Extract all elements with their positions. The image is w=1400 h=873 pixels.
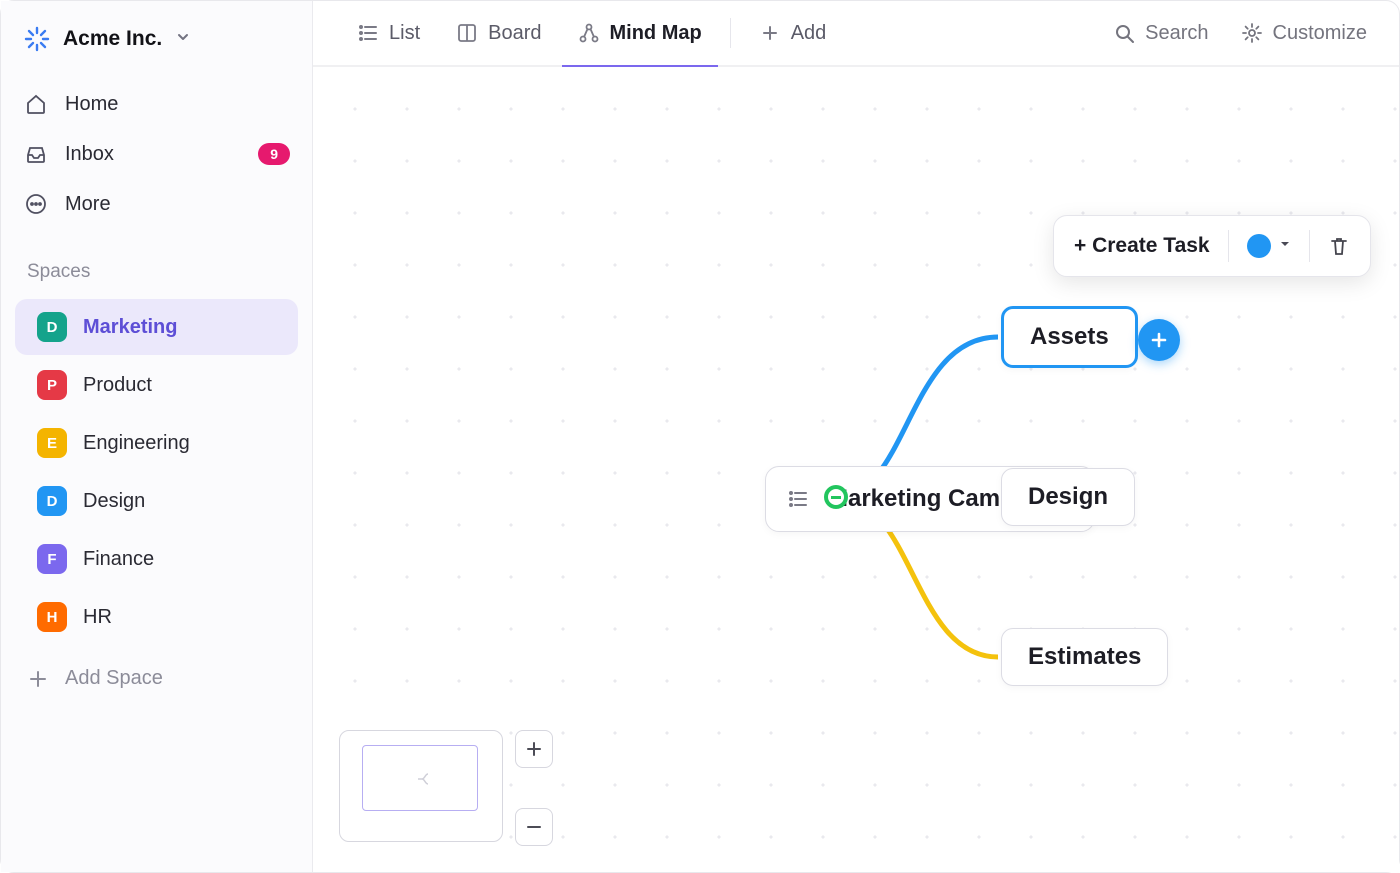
nav-inbox-label: Inbox	[65, 143, 114, 166]
mindmap-node-assets[interactable]: Assets	[1001, 306, 1138, 368]
space-badge-icon: D	[37, 486, 67, 516]
nav-home[interactable]: Home	[1, 79, 312, 129]
more-icon	[23, 191, 49, 217]
mindmap-canvas[interactable]: + Create Task Marketing Campaign Assets	[313, 67, 1399, 872]
sidebar: Acme Inc. Home Inbox 9 More Spaces D Mark…	[1, 1, 313, 872]
customize-label: Customize	[1273, 22, 1367, 45]
view-tab-board-label: Board	[488, 22, 541, 45]
space-item-label: Engineering	[83, 432, 190, 455]
search-icon	[1113, 22, 1135, 44]
gear-icon	[1241, 22, 1263, 44]
toolbar-divider	[1309, 230, 1310, 262]
space-badge-icon: H	[37, 602, 67, 632]
space-item-marketing[interactable]: D Marketing	[15, 299, 298, 355]
inbox-icon	[23, 141, 49, 167]
mindmap-node-label: Assets	[1030, 323, 1109, 350]
mindmap-node-estimates[interactable]: Estimates	[1001, 628, 1168, 686]
zoom-in-button[interactable]	[515, 730, 553, 768]
nav-more[interactable]: More	[1, 179, 312, 229]
space-item-label: Marketing	[83, 316, 177, 339]
space-item-engineering[interactable]: E Engineering	[15, 415, 298, 471]
collapse-toggle[interactable]	[824, 485, 848, 509]
home-icon	[23, 91, 49, 117]
create-task-button[interactable]: + Create Task	[1074, 234, 1210, 258]
nav-inbox[interactable]: Inbox 9	[1, 129, 312, 179]
add-space-label: Add Space	[65, 667, 163, 690]
chevron-down-icon	[176, 30, 190, 49]
view-add-button[interactable]: Add	[743, 0, 843, 66]
main: List Board Mind Map Add	[313, 1, 1399, 872]
workspace-switcher[interactable]: Acme Inc.	[1, 5, 312, 79]
view-tab-board[interactable]: Board	[440, 0, 557, 66]
caret-down-icon	[1279, 237, 1291, 255]
node-toolbar: + Create Task	[1053, 215, 1371, 277]
spaces-heading: Spaces	[1, 229, 312, 297]
minimap-region	[339, 730, 553, 846]
plus-icon	[27, 668, 49, 690]
list-icon	[786, 487, 810, 511]
mindmap-node-label: Design	[1028, 483, 1108, 510]
view-tab-mindmap[interactable]: Mind Map	[562, 0, 718, 66]
spaces-list: D Marketing P Product E Engineering D Design F Fi…	[1, 297, 312, 647]
space-badge-icon: D	[37, 312, 67, 342]
nav-more-label: More	[65, 193, 111, 216]
minimap-node-icon	[414, 771, 434, 787]
delete-button[interactable]	[1328, 235, 1350, 257]
space-item-product[interactable]: P Product	[15, 357, 298, 413]
space-item-design[interactable]: D Design	[15, 473, 298, 529]
view-add-label: Add	[791, 22, 827, 45]
workspace-logo-icon	[23, 25, 51, 53]
search-button[interactable]: Search	[1101, 14, 1220, 53]
space-badge-icon: E	[37, 428, 67, 458]
inbox-badge: 9	[258, 143, 290, 165]
mindmap-node-label: Estimates	[1028, 643, 1141, 670]
customize-button[interactable]: Customize	[1229, 14, 1379, 53]
workspace-name: Acme Inc.	[63, 27, 162, 51]
mindmap-icon	[578, 22, 600, 44]
zoom-out-button[interactable]	[515, 808, 553, 846]
view-tab-list-label: List	[389, 22, 420, 45]
space-item-label: Finance	[83, 548, 154, 571]
mindmap-node-design[interactable]: Design	[1001, 468, 1135, 526]
space-item-label: Design	[83, 490, 145, 513]
color-picker-button[interactable]	[1247, 234, 1291, 258]
view-tab-list[interactable]: List	[341, 0, 436, 66]
topbar: List Board Mind Map Add	[313, 1, 1399, 67]
board-icon	[456, 22, 478, 44]
plus-icon	[759, 22, 781, 44]
space-badge-icon: F	[37, 544, 67, 574]
space-item-finance[interactable]: F Finance	[15, 531, 298, 587]
minimap[interactable]	[339, 730, 503, 842]
search-label: Search	[1145, 22, 1208, 45]
tab-divider	[730, 18, 731, 48]
space-item-label: HR	[83, 606, 112, 629]
space-item-label: Product	[83, 374, 152, 397]
toolbar-divider	[1228, 230, 1229, 262]
space-badge-icon: P	[37, 370, 67, 400]
nav-home-label: Home	[65, 93, 118, 116]
color-swatch-icon	[1247, 234, 1271, 258]
space-item-hr[interactable]: H HR	[15, 589, 298, 645]
add-space-button[interactable]: Add Space	[1, 653, 312, 704]
view-tab-mindmap-label: Mind Map	[610, 22, 702, 45]
add-child-button[interactable]	[1138, 319, 1180, 361]
list-icon	[357, 22, 379, 44]
